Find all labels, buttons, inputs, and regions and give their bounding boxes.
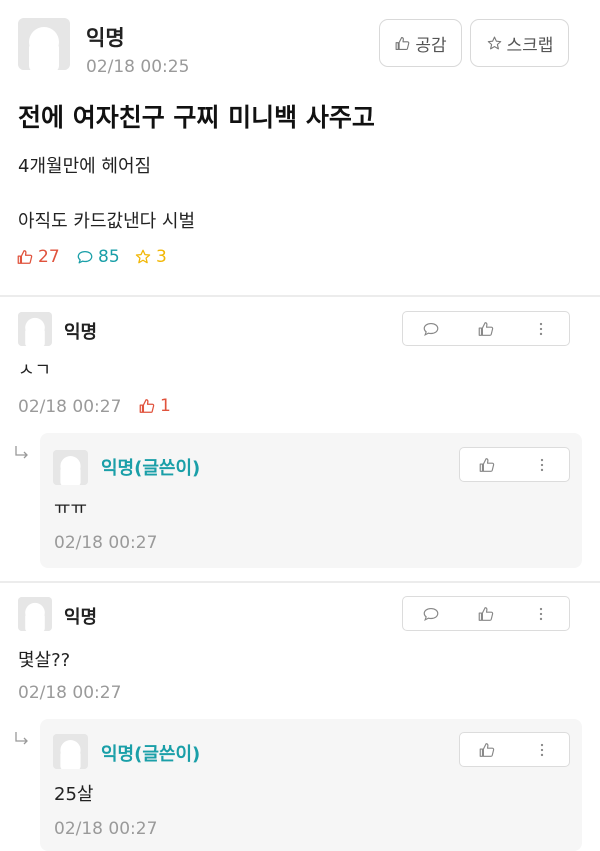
avatar-icon — [53, 450, 88, 485]
comment-avatar — [18, 312, 52, 346]
comment-actions — [402, 311, 570, 346]
comment-divider — [0, 581, 600, 583]
post-comment-count-value: 85 — [98, 247, 120, 267]
comment-text: ㅅㄱ — [18, 360, 52, 381]
post-body-line-2: 아직도 카드값낸다 시벌 — [18, 211, 196, 232]
thumbs-up-icon — [478, 606, 494, 621]
thumbs-up-icon — [395, 36, 410, 50]
post-author: 익명 — [86, 26, 125, 50]
more-vertical-icon — [540, 743, 543, 756]
reply-text: 25살 — [54, 784, 94, 805]
reply-avatar — [53, 450, 88, 485]
comment-like-button[interactable] — [458, 312, 513, 345]
comment-like-count: 1 — [138, 396, 171, 416]
star-icon — [487, 36, 501, 49]
like-button-label: 공감 — [415, 35, 447, 56]
star-icon — [135, 249, 151, 264]
comment-author: 익명 — [64, 607, 98, 628]
thumbs-up-icon — [479, 457, 495, 472]
post-body-line-1: 4개월만에 헤어짐 — [18, 156, 152, 177]
comment-like-count-value: 1 — [160, 396, 171, 416]
post-like-count-value: 27 — [38, 247, 60, 267]
post-avatar — [18, 18, 70, 70]
more-button[interactable] — [514, 312, 569, 345]
thumbs-up-icon — [139, 399, 155, 413]
reply-arrow-icon — [15, 732, 28, 745]
reply-more-button[interactable] — [515, 733, 570, 766]
comment-timestamp: 02/18 00:27 — [18, 397, 122, 417]
post-comment-count: 85 — [76, 247, 120, 267]
thumbs-up-icon — [478, 321, 494, 336]
reply-button[interactable] — [403, 312, 458, 345]
comment-timestamp: 02/18 00:27 — [18, 683, 122, 703]
reply-more-button[interactable] — [515, 448, 570, 481]
scrap-button-label: 스크랩 — [506, 35, 554, 56]
reply-timestamp: 02/18 00:27 — [54, 533, 158, 553]
speech-bubble-icon — [423, 607, 438, 621]
thumbs-up-icon — [17, 250, 33, 264]
reply-actions — [459, 732, 570, 767]
post-scrap-count-value: 3 — [156, 247, 167, 267]
reply-button[interactable] — [403, 597, 458, 630]
more-vertical-icon — [540, 322, 543, 335]
avatar-icon — [18, 312, 52, 346]
reply-author: 익명(글쓴이) — [101, 744, 201, 765]
comment-actions — [402, 596, 570, 631]
comment-avatar — [18, 597, 52, 631]
post-divider — [0, 295, 600, 297]
reply-arrow-icon — [15, 446, 28, 459]
reply-author: 익명(글쓴이) — [101, 458, 201, 479]
post-scrap-count: 3 — [134, 247, 167, 267]
scrap-button[interactable]: 스크랩 — [470, 19, 569, 67]
like-button[interactable]: 공감 — [379, 19, 462, 67]
more-button[interactable] — [514, 597, 569, 630]
avatar-icon — [18, 18, 70, 70]
post-timestamp: 02/18 00:25 — [86, 57, 190, 77]
reply-actions — [459, 447, 570, 482]
more-vertical-icon — [540, 607, 543, 620]
reply-like-button[interactable] — [460, 448, 515, 481]
speech-bubble-icon — [423, 322, 438, 336]
avatar-icon — [53, 734, 88, 769]
speech-bubble-icon — [77, 250, 93, 264]
post-title: 전에 여자친구 구찌 미니백 사주고 — [18, 103, 375, 132]
post-like-count: 27 — [16, 247, 60, 267]
thumbs-up-icon — [479, 742, 495, 757]
reply-avatar — [53, 734, 88, 769]
comment-text: 몇살?? — [18, 650, 71, 671]
reply-text: ㅠㅠ — [54, 498, 88, 519]
more-vertical-icon — [540, 458, 543, 471]
reply-timestamp: 02/18 00:27 — [54, 819, 158, 839]
comment-author: 익명 — [64, 322, 98, 343]
avatar-icon — [18, 597, 52, 631]
reply-like-button[interactable] — [460, 733, 515, 766]
comment-like-button[interactable] — [458, 597, 513, 630]
